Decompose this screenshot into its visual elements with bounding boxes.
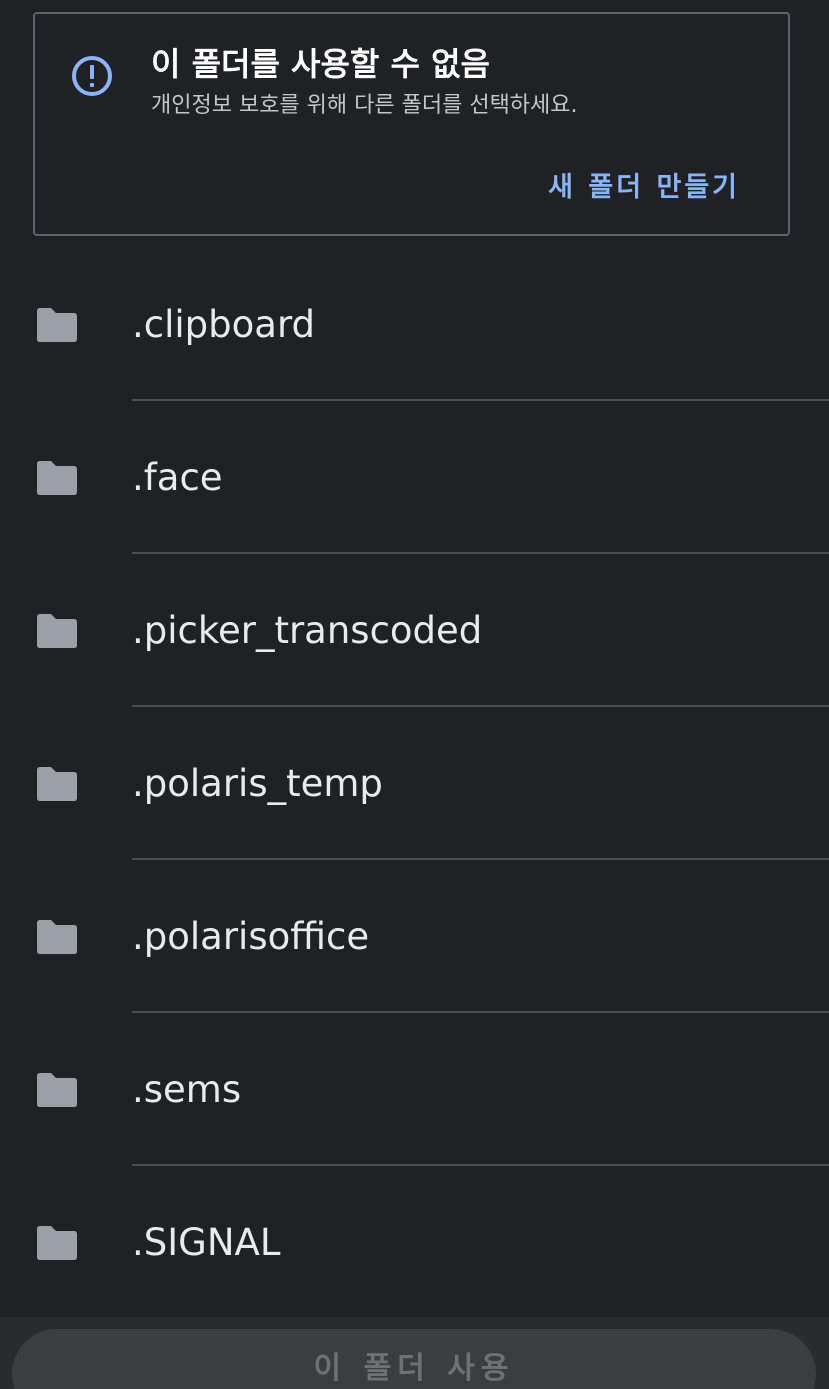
folder-icon bbox=[37, 1226, 77, 1260]
folder-icon bbox=[37, 767, 77, 801]
folder-row[interactable]: .picker_transcoded bbox=[0, 554, 829, 707]
folder-icon bbox=[37, 1073, 77, 1107]
folder-row[interactable]: .sems bbox=[0, 1013, 829, 1166]
warning-subtitle: 개인정보 보호를 위해 다른 폴더를 선택하세요. bbox=[151, 93, 578, 118]
folder-icon bbox=[37, 461, 77, 495]
folder-row[interactable]: .SIGNAL bbox=[0, 1166, 829, 1319]
folder-name: .clipboard bbox=[132, 303, 315, 346]
folder-name: .picker_transcoded bbox=[132, 609, 483, 652]
folder-name: .sems bbox=[132, 1068, 242, 1111]
warning-title: 이 폴더를 사용할 수 없음 bbox=[151, 45, 490, 83]
folder-row[interactable]: .polaris_temp bbox=[0, 707, 829, 860]
folder-unavailable-card: 이 폴더를 사용할 수 없음 개인정보 보호를 위해 다른 폴더를 선택하세요.… bbox=[33, 12, 790, 236]
folder-row[interactable]: .face bbox=[0, 401, 829, 554]
use-this-folder-label: 이 폴더 사용 bbox=[313, 1351, 515, 1386]
bottom-action-bar: 이 폴더 사용 bbox=[0, 1317, 829, 1389]
folder-name: .SIGNAL bbox=[132, 1221, 281, 1264]
folder-name: .polaris_temp bbox=[132, 762, 383, 805]
folder-name: .polarisoffice bbox=[132, 915, 370, 958]
folder-picker-screen: 이 폴더를 사용할 수 없음 개인정보 보호를 위해 다른 폴더를 선택하세요.… bbox=[0, 0, 829, 1389]
use-this-folder-button[interactable]: 이 폴더 사용 bbox=[12, 1329, 816, 1389]
alert-circle-icon bbox=[72, 56, 112, 96]
folder-name: .face bbox=[132, 456, 223, 499]
folder-icon bbox=[37, 308, 77, 342]
new-folder-button[interactable]: 새 폴더 만들기 bbox=[548, 166, 740, 210]
folder-icon bbox=[37, 920, 77, 954]
folder-list: .clipboard .face .picker_transcoded .pol… bbox=[0, 248, 829, 1319]
folder-icon bbox=[37, 614, 77, 648]
folder-row[interactable]: .polarisoffice bbox=[0, 860, 829, 1013]
folder-row[interactable]: .clipboard bbox=[0, 248, 829, 401]
